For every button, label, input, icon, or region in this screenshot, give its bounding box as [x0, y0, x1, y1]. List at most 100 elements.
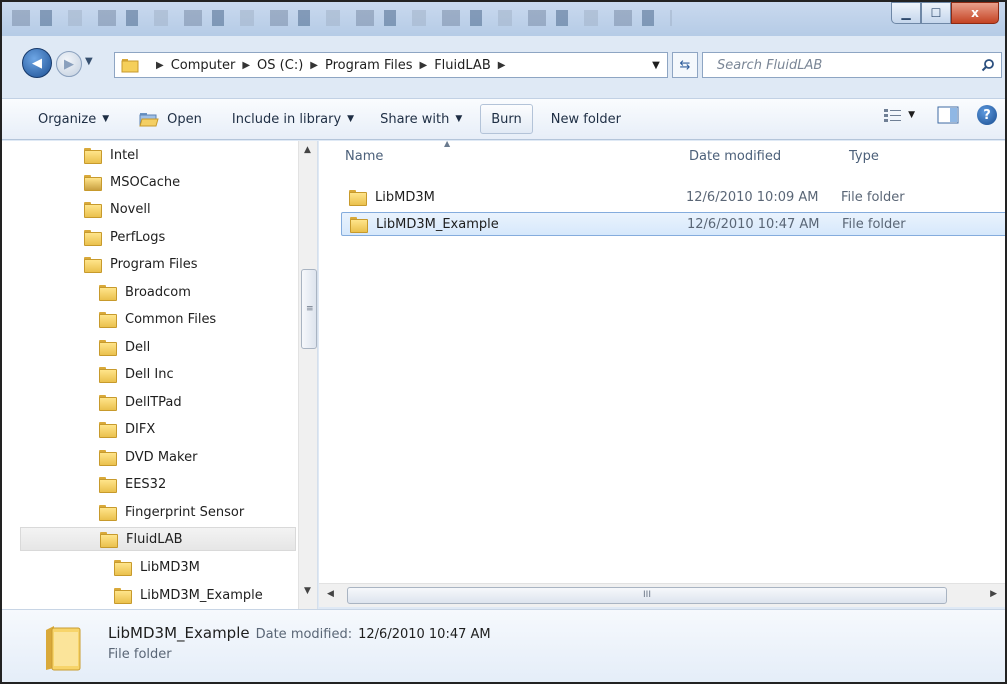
refresh-icon: ⇆ [679, 57, 691, 73]
chevron-down-icon: ▼ [455, 114, 463, 124]
breadcrumb-os-c[interactable]: OS (C:) [257, 58, 303, 73]
address-bar[interactable]: ▶ Computer ▶ OS (C:) ▶ Program Files ▶ F… [114, 52, 668, 78]
sidebar-item-label: Program Files [110, 256, 198, 272]
nav-vertical-scrollbar[interactable]: ▲ ≡ ▼ [298, 141, 317, 610]
sidebar-item[interactable]: MSOCache [84, 170, 180, 194]
folder-icon [99, 340, 117, 356]
toolbar-right: ▼ ? [884, 105, 997, 125]
breadcrumb-program-files[interactable]: Program Files [325, 58, 413, 73]
file-date: 12/6/2010 10:47 AM [687, 216, 820, 232]
sidebar-item[interactable]: PerfLogs [84, 225, 165, 249]
forward-arrow-icon: ▶ [64, 56, 74, 72]
sidebar-item-label: DellTPad [125, 394, 182, 410]
folder-icon [84, 230, 102, 246]
details-title: LibMD3M_Example Date modified: 12/6/2010… [108, 624, 491, 642]
sidebar-item[interactable]: DVD Maker [99, 445, 197, 469]
breadcrumb-chevron-icon[interactable]: ▶ [242, 60, 250, 71]
sidebar-item[interactable]: EES32 [99, 472, 166, 496]
sidebar-item[interactable]: Broadcom [99, 280, 191, 304]
breadcrumb-chevron-icon[interactable]: ▶ [419, 60, 427, 71]
sidebar-item[interactable]: Dell Inc [99, 362, 174, 386]
sidebar-item[interactable]: DellTPad [99, 390, 182, 414]
organize-button[interactable]: Organize ▼ [28, 104, 119, 134]
file-name: LibMD3M [375, 189, 435, 205]
title-bar[interactable]: ▁ ☐ x [2, 2, 1005, 36]
sidebar-item[interactable]: Intel [84, 143, 139, 167]
folder-icon [99, 505, 117, 521]
column-header-date-modified[interactable]: Date modified [689, 149, 781, 164]
folder-icon [84, 202, 102, 218]
sidebar-item[interactable]: Program Files [84, 252, 198, 276]
file-row-selected[interactable]: LibMD3M_Example 12/6/2010 10:47 AM File … [341, 212, 1005, 236]
recent-pages-dropdown[interactable]: ▼ [85, 56, 93, 67]
sidebar-item[interactable]: Novell [84, 197, 151, 221]
burn-button[interactable]: Burn [480, 104, 533, 134]
sidebar-item[interactable]: Fingerprint Sensor [99, 500, 244, 524]
scroll-down-icon[interactable]: ▼ [304, 586, 311, 596]
breadcrumb-chevron-icon[interactable]: ▶ [156, 60, 164, 71]
sidebar-item[interactable]: LibMD3M [114, 555, 200, 579]
sidebar-item-label: Broadcom [125, 284, 191, 300]
change-view-button[interactable]: ▼ [884, 108, 915, 122]
minimize-button[interactable]: ▁ [891, 2, 921, 24]
share-with-button[interactable]: Share with ▼ [370, 104, 472, 134]
include-in-library-button[interactable]: Include in library ▼ [222, 104, 364, 134]
sidebar-item[interactable]: Dell [99, 335, 150, 359]
sidebar-item-label: PerfLogs [110, 229, 166, 245]
sidebar-item-label: Fingerprint Sensor [125, 504, 245, 520]
folder-icon [114, 560, 132, 576]
scroll-right-icon[interactable]: ▶ [990, 589, 997, 599]
breadcrumb-chevron-icon[interactable]: ▶ [310, 60, 318, 71]
help-icon[interactable]: ? [977, 105, 997, 125]
file-name: LibMD3M_Example [376, 216, 499, 232]
sidebar-item-label: FluidLAB [126, 531, 183, 547]
open-button[interactable]: Open [129, 104, 212, 134]
sidebar-item[interactable]: Common Files [99, 307, 216, 331]
sidebar-item-label: DVD Maker [125, 449, 198, 465]
address-dropdown-icon[interactable]: ▼ [645, 60, 667, 71]
new-folder-label: New folder [550, 111, 621, 127]
chevron-down-icon: ▼ [908, 110, 915, 120]
sidebar-item[interactable]: LibMD3M_Example [114, 583, 263, 607]
folder-icon [349, 190, 367, 206]
scroll-left-icon[interactable]: ◀ [327, 589, 334, 599]
back-button[interactable]: ◀ [22, 48, 52, 78]
explorer-window: ▁ ☐ x ◀ ▶ ▼ ▶ Computer ▶ OS (C:) ▶ Progr… [0, 0, 1007, 684]
quick-access-toolbar [12, 10, 672, 26]
refresh-button[interactable]: ⇆ [672, 52, 698, 78]
file-list-horizontal-scrollbar[interactable]: ◀ III ▶ [319, 583, 1005, 607]
details-view-icon [884, 109, 902, 122]
search-box[interactable]: Search FluidLAB [702, 52, 1002, 78]
new-folder-button[interactable]: New folder [541, 104, 631, 134]
sidebar-item[interactable]: FluidLAB [20, 527, 296, 551]
sidebar-item-label: Novell [110, 201, 151, 217]
column-header-type[interactable]: Type [849, 149, 879, 164]
column-header-name[interactable]: Name [345, 149, 383, 164]
include-in-library-label: Include in library [231, 111, 342, 127]
details-type: File folder [108, 647, 172, 662]
scroll-up-icon[interactable]: ▲ [304, 145, 311, 155]
breadcrumb-computer[interactable]: Computer [171, 58, 236, 73]
breadcrumb: ▶ Computer ▶ OS (C:) ▶ Program Files ▶ F… [115, 58, 645, 73]
forward-button[interactable]: ▶ [56, 51, 82, 77]
close-button[interactable]: x [951, 2, 999, 24]
file-type: File folder [842, 216, 906, 232]
breadcrumb-fluidlab[interactable]: FluidLAB [434, 58, 491, 73]
sidebar-item-label: Common Files [125, 311, 217, 327]
chevron-down-icon: ▼ [347, 114, 355, 124]
maximize-button[interactable]: ☐ [921, 2, 951, 24]
chevron-down-icon: ▼ [102, 114, 110, 124]
scrollbar-thumb[interactable]: III [347, 587, 947, 604]
preview-pane-icon[interactable] [937, 106, 959, 124]
search-icon[interactable] [981, 58, 995, 72]
navigation-pane: LibMD3M_Example LibMD3M FluidLAB Fingerprin… [2, 141, 318, 610]
scrollbar-thumb[interactable]: ≡ [301, 269, 317, 349]
share-with-label: Share with [380, 111, 450, 127]
breadcrumb-chevron-icon[interactable]: ▶ [498, 60, 506, 71]
details-date-label: Date modified: [255, 627, 353, 642]
file-row[interactable]: LibMD3M 12/6/2010 10:09 AM File folder [341, 185, 1005, 209]
sidebar-item[interactable]: DIFX [99, 417, 155, 441]
open-label: Open [167, 111, 202, 127]
folder-icon [99, 395, 117, 411]
folder-icon [121, 59, 139, 73]
